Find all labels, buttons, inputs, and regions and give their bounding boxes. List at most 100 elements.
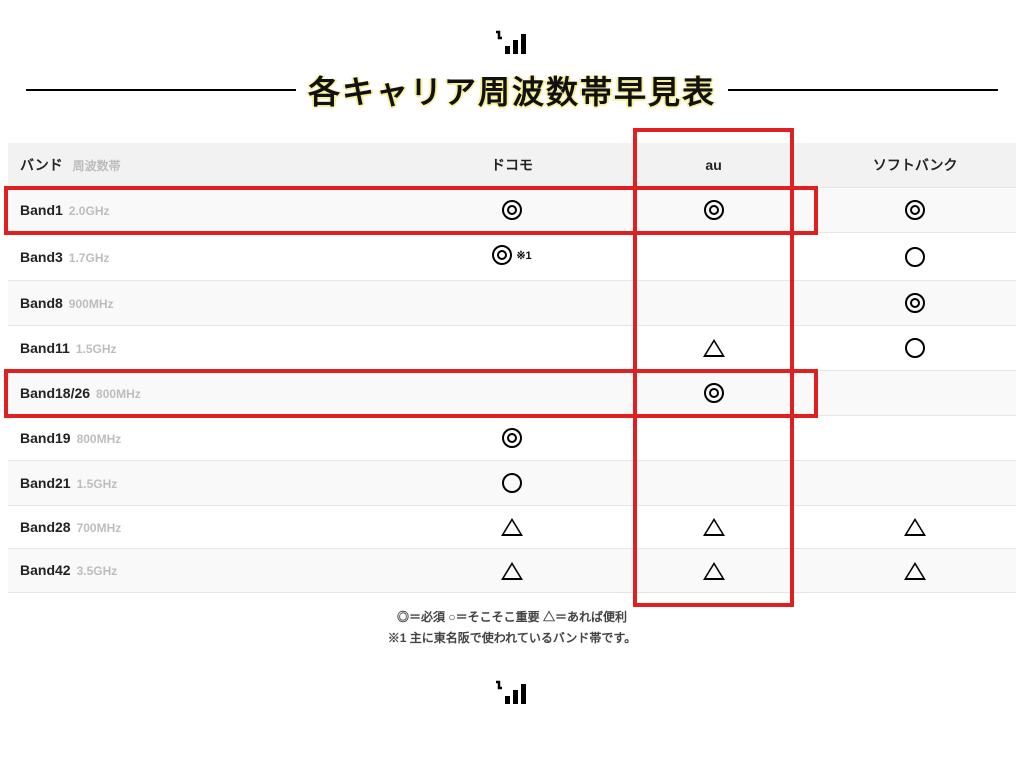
header-carrier-au: au [613, 143, 815, 188]
cell-au [613, 188, 815, 233]
header-band-sub: 周波数帯 [73, 159, 121, 173]
cell-au [613, 371, 815, 416]
cell-softbank [814, 188, 1016, 233]
cell-docomo [411, 416, 613, 461]
cell-softbank [814, 461, 1016, 506]
symbol-double-circle [502, 200, 522, 220]
header-band-label: バンド [20, 157, 63, 173]
band-frequency: 1.7GHz [69, 251, 110, 265]
rule-right [728, 89, 998, 91]
legend: ◎＝必須 ○＝そこそこ重要 △＝あれば便利 ※1 主に東名阪で使われているバンド… [8, 607, 1016, 650]
legend-line-2: ※1 主に東名阪で使われているバンド帯です。 [8, 628, 1016, 650]
table-row: Band3 1.7GHz ※1 [8, 233, 1016, 281]
symbol-circle [905, 247, 925, 267]
cell-softbank [814, 281, 1016, 326]
header-band: バンド 周波数帯 [8, 143, 411, 188]
cell-band: Band19 800MHz [8, 416, 411, 461]
cell-softbank [814, 506, 1016, 549]
signal-icon [492, 680, 532, 711]
symbol-triangle [703, 518, 725, 536]
band-name: Band11 [20, 340, 70, 356]
cell-docomo [411, 188, 613, 233]
symbol-triangle [904, 518, 926, 536]
cell-band: Band3 1.7GHz [8, 233, 411, 281]
header-carrier-docomo: ドコモ [411, 143, 613, 188]
cell-au [613, 233, 815, 281]
symbol-triangle [904, 562, 926, 580]
band-frequency: 800MHz [96, 387, 141, 401]
cell-au [613, 506, 815, 549]
cell-softbank [814, 371, 1016, 416]
band-name: Band8 [20, 295, 63, 311]
cell-band: Band1 2.0GHz [8, 188, 411, 233]
signal-icon [492, 30, 532, 61]
symbol-triangle [501, 562, 523, 580]
symbol-double-circle [492, 245, 512, 265]
band-frequency: 800MHz [77, 432, 122, 446]
symbol-double-circle [905, 200, 925, 220]
table-header-row: バンド 周波数帯 ドコモ au ソフトバンク [8, 143, 1016, 188]
cell-band: Band8 900MHz [8, 281, 411, 326]
band-name: Band18/26 [20, 385, 90, 401]
symbol-triangle [703, 339, 725, 357]
cell-docomo [411, 326, 613, 371]
cell-band: Band28 700MHz [8, 506, 411, 549]
cell-docomo [411, 506, 613, 549]
band-table: バンド 周波数帯 ドコモ au ソフトバンク Band1 2.0GHz Band3 1… [8, 143, 1016, 593]
band-frequency: 700MHz [77, 521, 122, 535]
cell-band: Band21 1.5GHz [8, 461, 411, 506]
cell-softbank [814, 326, 1016, 371]
symbol-circle [502, 473, 522, 493]
cell-docomo [411, 371, 613, 416]
table-row: Band28 700MHz [8, 506, 1016, 549]
page-heading: 各キャリア周波数帯早見表 [8, 30, 1016, 113]
band-frequency: 1.5GHz [76, 342, 117, 356]
legend-line-1: ◎＝必須 ○＝そこそこ重要 △＝あれば便利 [8, 607, 1016, 629]
band-frequency: 900MHz [69, 297, 114, 311]
page-title: 各キャリア周波数帯早見表 [308, 67, 716, 113]
symbol-double-circle [905, 293, 925, 313]
band-frequency: 1.5GHz [77, 477, 118, 491]
band-name: Band21 [20, 475, 71, 491]
cell-band: Band18/26 800MHz [8, 371, 411, 416]
cell-docomo: ※1 [411, 233, 613, 281]
cell-band: Band42 3.5GHz [8, 549, 411, 592]
table-row: Band11 1.5GHz [8, 326, 1016, 371]
cell-docomo [411, 461, 613, 506]
table-row: Band42 3.5GHz [8, 549, 1016, 592]
table-row: Band1 2.0GHz [8, 188, 1016, 233]
band-name: Band42 [20, 562, 71, 578]
cell-softbank [814, 549, 1016, 592]
band-name: Band1 [20, 202, 63, 218]
footer-icon-wrap [8, 680, 1016, 717]
table-row: Band8 900MHz [8, 281, 1016, 326]
cell-au [613, 416, 815, 461]
table-row: Band19 800MHz [8, 416, 1016, 461]
band-frequency: 3.5GHz [77, 564, 118, 578]
cell-au [613, 281, 815, 326]
cell-note: ※1 [516, 249, 531, 262]
band-name: Band28 [20, 519, 71, 535]
symbol-double-circle [502, 428, 522, 448]
rule-left [26, 89, 296, 91]
band-frequency: 2.0GHz [69, 204, 110, 218]
band-table-wrap: バンド 周波数帯 ドコモ au ソフトバンク Band1 2.0GHz Band3 1… [8, 143, 1016, 593]
symbol-double-circle [704, 383, 724, 403]
cell-docomo [411, 549, 613, 592]
symbol-triangle [703, 562, 725, 580]
cell-au [613, 326, 815, 371]
band-name: Band3 [20, 249, 63, 265]
symbol-circle [905, 338, 925, 358]
symbol-triangle [501, 518, 523, 536]
header-carrier-softbank: ソフトバンク [814, 143, 1016, 188]
symbol-double-circle [704, 200, 724, 220]
band-name: Band19 [20, 430, 71, 446]
table-row: Band21 1.5GHz [8, 461, 1016, 506]
cell-docomo [411, 281, 613, 326]
table-row: Band18/26 800MHz [8, 371, 1016, 416]
cell-au [613, 461, 815, 506]
cell-band: Band11 1.5GHz [8, 326, 411, 371]
cell-softbank [814, 233, 1016, 281]
cell-softbank [814, 416, 1016, 461]
cell-au [613, 549, 815, 592]
